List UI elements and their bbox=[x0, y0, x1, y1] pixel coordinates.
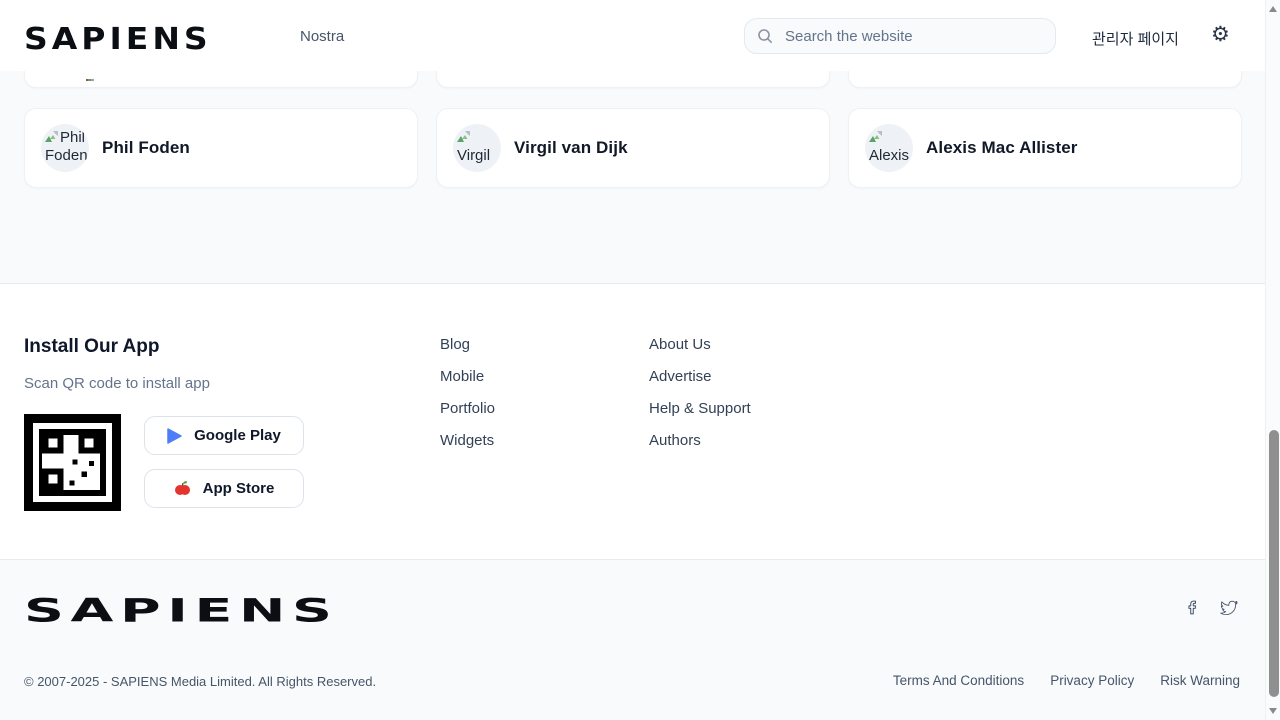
search-input[interactable] bbox=[783, 27, 1043, 46]
google-play-label: Google Play bbox=[194, 427, 281, 444]
header: SAPIENS Nostra 관리자 페이지 ⚙ bbox=[0, 0, 1265, 71]
footer-link-blog[interactable]: Blog bbox=[440, 337, 495, 353]
install-app-section: Install Our App Scan QR code to install … bbox=[24, 284, 424, 392]
avatar: Virgil bbox=[453, 124, 501, 172]
scrollbar[interactable] bbox=[1265, 0, 1280, 720]
player-card[interactable]: Alexis Alexis Mac Allister bbox=[848, 108, 1242, 188]
footer-link-help[interactable]: Help & Support bbox=[649, 401, 751, 417]
settings-gear-icon[interactable]: ⚙ bbox=[1211, 24, 1230, 45]
footer-link-mobile[interactable]: Mobile bbox=[440, 369, 495, 385]
player-name: Phil Foden bbox=[102, 138, 190, 158]
facebook-icon[interactable] bbox=[1184, 598, 1201, 617]
scrollbar-thumb[interactable] bbox=[1269, 430, 1279, 697]
search-bar bbox=[744, 18, 1056, 54]
avatar: Phil Foden bbox=[41, 124, 89, 172]
footer: Install Our App Scan QR code to install … bbox=[0, 283, 1265, 559]
footer-link-advertise[interactable]: Advertise bbox=[649, 369, 751, 385]
footer-link-widgets[interactable]: Widgets bbox=[440, 433, 495, 449]
broken-image-icon bbox=[457, 130, 471, 147]
site-name-label[interactable]: Nostra bbox=[300, 28, 344, 45]
footer-link-authors[interactable]: Authors bbox=[649, 433, 751, 449]
install-app-subtitle: Scan QR code to install app bbox=[24, 375, 424, 392]
player-card[interactable]: Virgil Virgil van Dijk bbox=[436, 108, 830, 188]
card-row: Phil Foden Phil Foden Virgil Virgil van … bbox=[24, 108, 1242, 188]
admin-page-link[interactable]: 관리자 페이지 bbox=[1092, 28, 1179, 49]
avatar: Alexis bbox=[865, 124, 913, 172]
broken-image-icon bbox=[45, 130, 59, 147]
search-icon bbox=[757, 28, 773, 44]
terms-link[interactable]: Terms And Conditions bbox=[893, 673, 1024, 688]
avatar-alt-text: Alexis bbox=[869, 147, 909, 164]
footer-link-about[interactable]: About Us bbox=[649, 337, 751, 353]
image-remnant bbox=[86, 79, 94, 81]
bottom-bar: SAPIENS © 2007-2025 - SAPIENS Media Limi… bbox=[0, 559, 1265, 720]
privacy-link[interactable]: Privacy Policy bbox=[1050, 673, 1134, 688]
app-store-button[interactable]: App Store bbox=[144, 469, 304, 508]
install-app-title: Install Our App bbox=[24, 336, 424, 358]
site-logo[interactable]: SAPIENS bbox=[24, 23, 212, 53]
copyright-text: © 2007-2025 - SAPIENS Media Limited. All… bbox=[24, 674, 376, 689]
footer-link-portfolio[interactable]: Portfolio bbox=[440, 401, 495, 417]
risk-link[interactable]: Risk Warning bbox=[1160, 673, 1240, 688]
scroll-down-arrow[interactable] bbox=[1269, 708, 1277, 714]
broken-image-icon bbox=[869, 130, 883, 147]
avatar-alt-text: Virgil bbox=[457, 147, 490, 164]
player-name: Virgil van Dijk bbox=[514, 138, 628, 158]
app-store-label: App Store bbox=[203, 480, 275, 497]
store-buttons: Google Play App Store bbox=[144, 416, 304, 508]
qr-code-image bbox=[24, 414, 121, 511]
social-icons bbox=[1184, 598, 1239, 617]
footer-links-column-1: Blog Mobile Portfolio Widgets bbox=[440, 284, 495, 449]
footer-logo[interactable]: SAPIENS bbox=[24, 595, 339, 627]
player-card[interactable]: Phil Foden Phil Foden bbox=[24, 108, 418, 188]
twitter-icon[interactable] bbox=[1219, 598, 1239, 617]
legal-links: Terms And Conditions Privacy Policy Risk… bbox=[893, 673, 1240, 688]
player-name: Alexis Mac Allister bbox=[926, 138, 1078, 158]
apple-icon bbox=[174, 480, 191, 497]
footer-links-column-2: About Us Advertise Help & Support Author… bbox=[649, 284, 751, 449]
google-play-button[interactable]: Google Play bbox=[144, 416, 304, 455]
scroll-up-arrow[interactable] bbox=[1269, 6, 1277, 12]
google-play-icon bbox=[167, 428, 182, 444]
